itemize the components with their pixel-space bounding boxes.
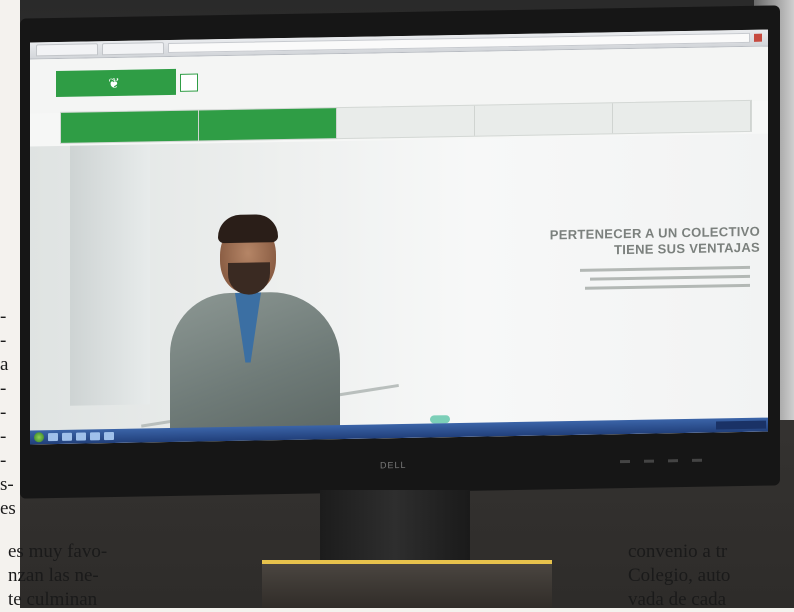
nav-item[interactable]	[475, 103, 613, 136]
close-icon[interactable]	[754, 33, 762, 42]
monitor-buttons	[620, 458, 702, 464]
taskbar-app-icon[interactable]	[104, 431, 114, 441]
monitor: ❦ PERTENECER A UN COLECTIVO TIENE SUS VE…	[20, 5, 780, 499]
hero-person-hair	[218, 214, 278, 244]
monitor-button[interactable]	[620, 459, 630, 464]
newspaper-left-bottom: es muy favo- nzan las ne- te culminan	[8, 540, 288, 612]
leaf-icon: ❦	[108, 74, 120, 91]
system-tray[interactable]	[716, 420, 766, 430]
monitor-button[interactable]	[644, 459, 654, 463]
monitor-button[interactable]	[692, 458, 702, 462]
monitor-stand-base	[262, 560, 552, 608]
taskbar-app-icon[interactable]	[90, 432, 100, 441]
browser-tab[interactable]	[102, 42, 164, 56]
nav-item[interactable]	[613, 100, 751, 134]
taskbar-app-icon[interactable]	[76, 432, 86, 441]
newspaper-right-bottom: convenio a tr Colegio, auto vada de cada	[628, 540, 794, 612]
newspaper-line: convenio a tr	[628, 541, 728, 562]
browser-tab[interactable]	[36, 43, 98, 57]
nav-item[interactable]	[199, 108, 337, 141]
newspaper-line: Colegio, auto	[628, 565, 731, 586]
taskbar-app-icon[interactable]	[48, 432, 58, 442]
text-line	[590, 274, 750, 281]
monitor-screen: ❦ PERTENECER A UN COLECTIVO TIENE SUS VE…	[30, 29, 768, 445]
newspaper-line: vada de cada	[628, 589, 727, 610]
hero-body-text	[570, 265, 750, 296]
nav-item[interactable]	[61, 110, 199, 143]
hero-title: PERTENECER A UN COLECTIVO TIENE SUS VENT…	[530, 224, 760, 260]
site-tagline	[180, 73, 198, 92]
newspaper-line: te culminan	[8, 589, 98, 610]
newspaper-line: nzan las ne-	[8, 565, 99, 586]
site-logo[interactable]: ❦	[56, 68, 176, 98]
nav-item[interactable]	[337, 105, 475, 139]
monitor-brand-logo: DELL	[380, 459, 407, 471]
monitor-button[interactable]	[668, 459, 678, 463]
taskbar-app-icon[interactable]	[62, 432, 72, 441]
start-button-icon[interactable]	[34, 432, 44, 443]
text-line	[580, 265, 750, 272]
newspaper-line: es muy favo-	[8, 541, 108, 562]
text-line	[585, 283, 750, 290]
hero-window-light	[70, 144, 150, 406]
hero-banner: PERTENECER A UN COLECTIVO TIENE SUS VENT…	[30, 133, 768, 445]
monitor-photo: ❦ PERTENECER A UN COLECTIVO TIENE SUS VE…	[20, 0, 794, 608]
